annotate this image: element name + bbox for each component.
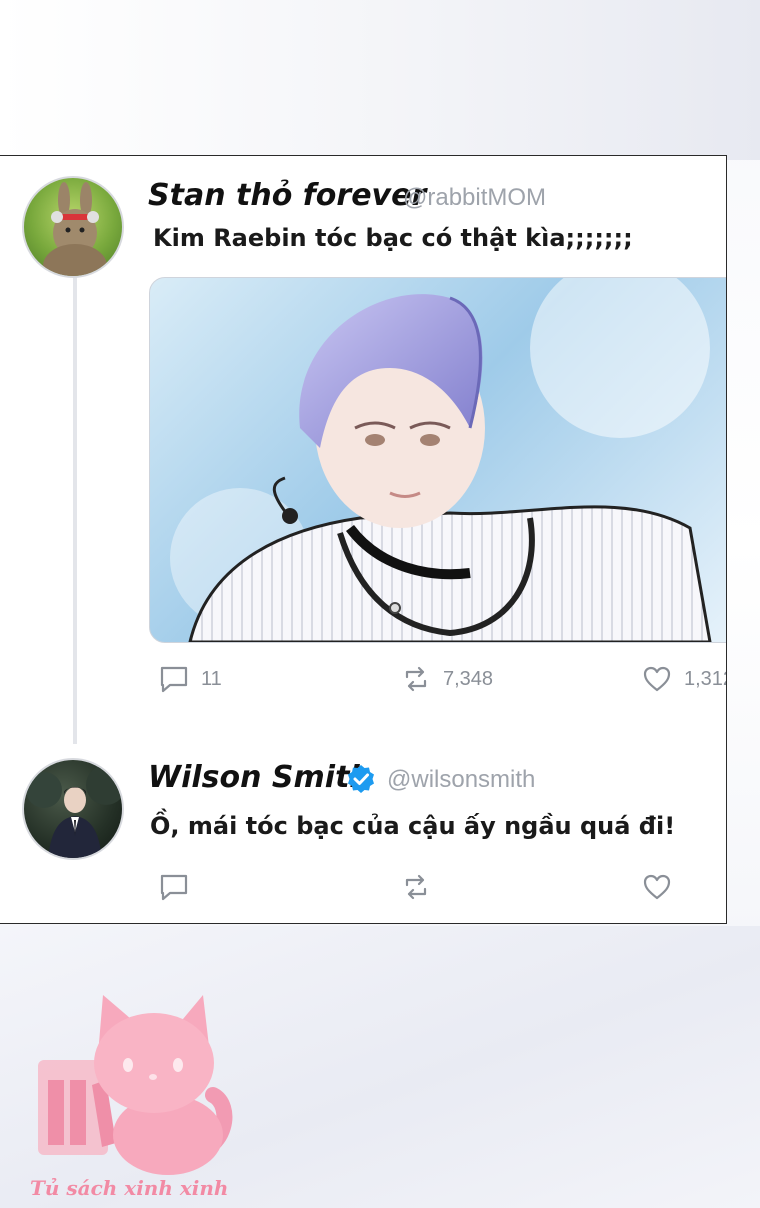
retweet-arrows-icon: [405, 666, 427, 692]
tweet2-handle[interactable]: @wilsonsmith: [387, 766, 535, 794]
tweet1-handle[interactable]: @rabbitMOM: [403, 184, 546, 212]
tweet1-reply-button[interactable]: 11: [159, 664, 222, 694]
tweet1-like-count: 1,312: [684, 667, 726, 690]
avatar-rabbit[interactable]: [22, 176, 124, 278]
speech-bubble-icon: [160, 874, 188, 901]
thread-connector-line: [73, 274, 77, 744]
tweet1-like-button[interactable]: 1,312: [642, 664, 726, 694]
tweet2-display-name[interactable]: Wilson Smith: [148, 760, 371, 795]
watermark-text: Tủ sách xinh xinh: [30, 1176, 229, 1200]
tweet2-like-button[interactable]: [642, 872, 672, 902]
cat-watermark-logo: [38, 995, 233, 1175]
verified-badge-icon: [348, 765, 374, 793]
retweet-arrows-icon: [405, 874, 427, 900]
tweet1-display-name[interactable]: Stan thỏ forever: [148, 178, 426, 213]
heart-icon: [643, 874, 671, 900]
tweet1-text: Kim Raebin tóc bạc có thật kìa;;;;;;;: [153, 224, 633, 252]
tweet1-reply-count: 11: [201, 667, 222, 690]
avatar-wilson[interactable]: [22, 758, 124, 860]
background-top: [0, 0, 760, 160]
speech-bubble-icon: [160, 666, 188, 693]
tweet2-reply-button[interactable]: [159, 872, 189, 902]
heart-icon: [643, 666, 671, 692]
tweet2-retweet-button[interactable]: [401, 872, 431, 902]
tweet1-media-image[interactable]: [149, 277, 726, 643]
tweet1-retweet-count: 7,348: [443, 667, 494, 690]
tweet-thread-card: Stan thỏ forever @rabbitMOM Kim Raebin t…: [0, 155, 727, 924]
tweet2-text: Ồ, mái tóc bạc của cậu ấy ngầu quá đi!: [150, 812, 676, 840]
tweet1-retweet-button[interactable]: 7,348: [401, 664, 493, 694]
